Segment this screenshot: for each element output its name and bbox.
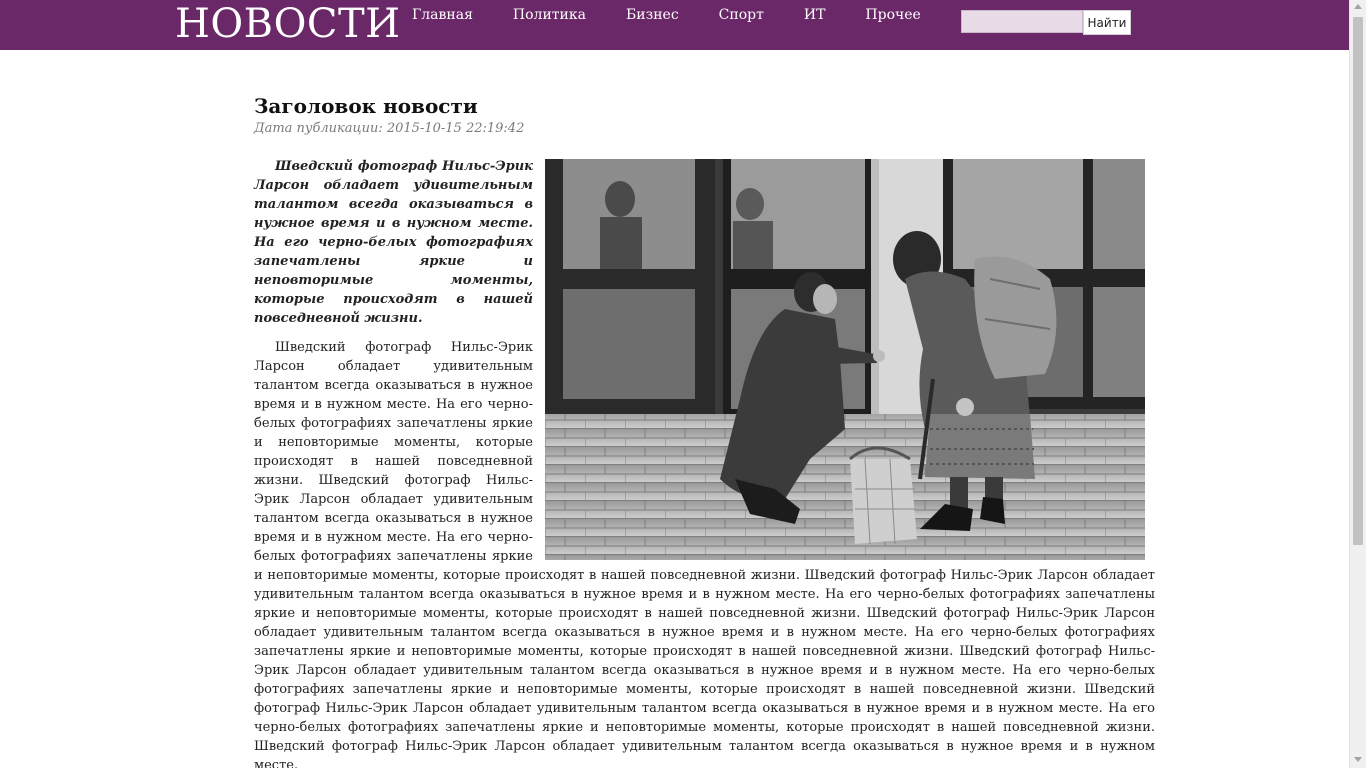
scroll-up-arrow-icon[interactable] — [1354, 4, 1362, 9]
article-photo — [545, 159, 1145, 560]
article-title: Заголовок новости — [254, 94, 478, 118]
nav-link-other[interactable]: Прочее — [845, 0, 940, 32]
article: Заголовок новости Дата публикации: 2015-… — [254, 92, 1155, 768]
page: НОВОСТИ Главная Политика Бизнес Спорт ИТ… — [0, 0, 1366, 768]
nav-link-home[interactable]: Главная — [392, 0, 493, 32]
search-button[interactable]: Найти — [1083, 10, 1131, 35]
site-logo[interactable]: НОВОСТИ — [175, 0, 401, 48]
site-header: НОВОСТИ Главная Политика Бизнес Спорт ИТ… — [0, 0, 1349, 50]
main-nav: Главная Политика Бизнес Спорт ИТ Прочее — [392, 0, 941, 32]
nav-link-sport[interactable]: Спорт — [699, 0, 784, 32]
nav-link-it[interactable]: ИТ — [784, 0, 846, 32]
nav-link-business[interactable]: Бизнес — [606, 0, 699, 32]
vertical-scrollbar[interactable] — [1349, 0, 1366, 768]
nav-link-politics[interactable]: Политика — [493, 0, 606, 32]
scroll-thumb[interactable] — [1353, 17, 1363, 545]
scroll-down-arrow-icon[interactable] — [1354, 757, 1362, 762]
search-input[interactable] — [961, 10, 1083, 33]
publication-date: Дата публикации: 2015-10-15 22:19:42 — [254, 121, 525, 136]
